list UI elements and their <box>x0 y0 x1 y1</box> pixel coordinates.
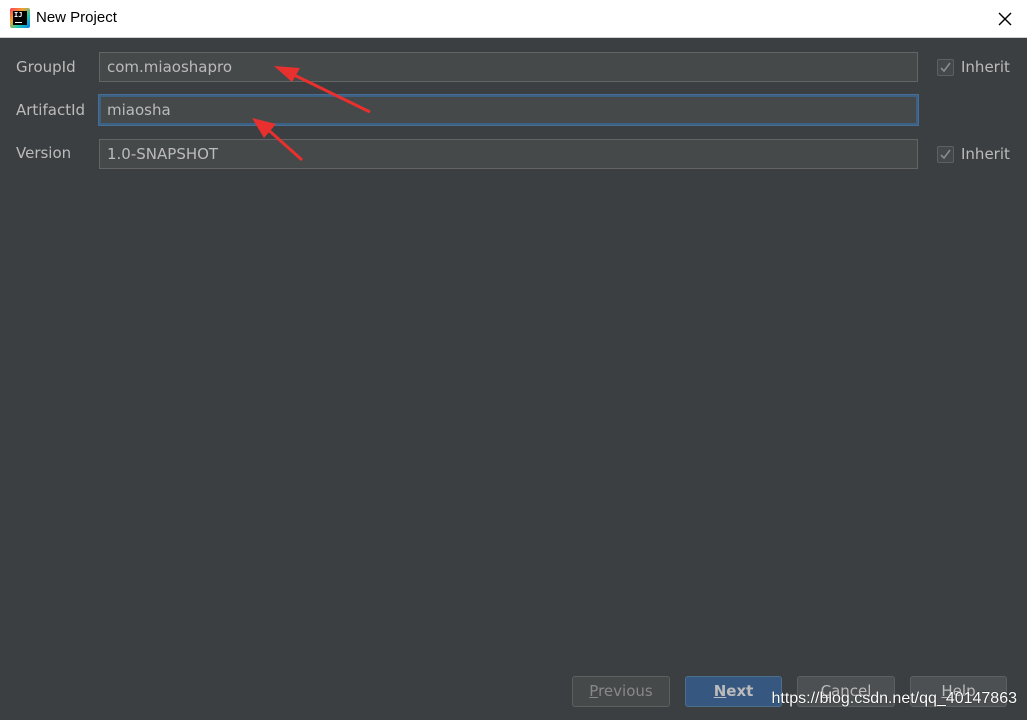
title-bar: IJ New Project <box>0 0 1027 38</box>
artifact-id-label: ArtifactId <box>16 101 86 119</box>
group-id-field[interactable]: com.miaoshapro <box>99 52 918 82</box>
previous-button[interactable]: Previous <box>572 676 670 707</box>
inherit-label: Inherit <box>961 145 1010 163</box>
inherit-label: Inherit <box>961 58 1010 76</box>
close-button[interactable] <box>991 5 1019 33</box>
group-id-inherit-checkbox[interactable]: Inherit <box>937 58 1010 76</box>
checkbox-icon <box>937 58 954 76</box>
close-icon <box>998 12 1012 26</box>
intellij-idea-icon: IJ <box>10 8 30 28</box>
group-id-label: GroupId <box>16 58 76 76</box>
window-title: New Project <box>36 9 117 26</box>
version-inherit-checkbox[interactable]: Inherit <box>937 145 1010 163</box>
artifact-id-field[interactable]: miaosha <box>99 95 918 125</box>
version-label: Version <box>16 144 72 162</box>
watermark: https://blog.csdn.net/qq_40147863 <box>771 690 1017 707</box>
version-field[interactable]: 1.0-SNAPSHOT <box>99 139 918 169</box>
checkbox-icon <box>937 145 954 163</box>
next-button[interactable]: Next <box>685 676 782 707</box>
